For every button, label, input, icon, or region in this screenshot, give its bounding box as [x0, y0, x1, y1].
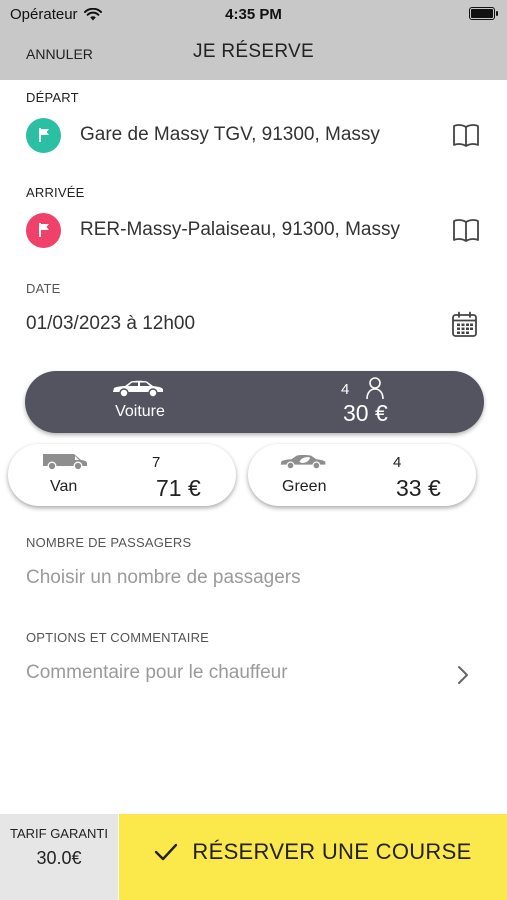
vehicle-name: Van — [50, 478, 78, 495]
tarif-label: TARIF GARANTI — [10, 826, 108, 841]
address-book-icon[interactable] — [452, 217, 480, 243]
passengers-label: NOMBRE DE PASSAGERS — [26, 535, 192, 550]
car-icon — [113, 380, 163, 398]
vehicle-price: 71 € — [156, 475, 201, 501]
vehicle-option-green[interactable]: Green 4 33 € — [248, 444, 476, 506]
van-icon — [43, 454, 87, 471]
tarif-value: 30.0€ — [36, 848, 82, 868]
battery-icon — [469, 7, 498, 20]
options-label: OPTIONS ET COMMENTAIRE — [26, 630, 210, 645]
calendar-icon[interactable] — [451, 311, 478, 338]
departure-label: DÉPART — [26, 90, 79, 105]
comment-field[interactable]: Commentaire pour le chauffeur — [26, 662, 288, 684]
departure-address: Gare de Massy TGV, 91300, Massy — [80, 124, 380, 145]
guaranteed-price-box: TARIF GARANTI 30.0€ — [0, 814, 118, 900]
departure-flag-icon — [26, 117, 61, 153]
person-icon — [366, 377, 384, 400]
departure-field[interactable]: Gare de Massy TGV, 91300, Massy — [26, 115, 486, 155]
chevron-right-icon[interactable] — [456, 664, 470, 686]
seat-count: 7 — [152, 454, 161, 471]
arrival-flag-icon — [26, 212, 61, 248]
arrival-address: RER-Massy-Palaiseau, 91300, Massy — [80, 219, 400, 240]
vehicle-option-car-selected[interactable]: Voiture 4 30 € — [25, 371, 484, 433]
passengers-field[interactable]: Choisir un nombre de passagers — [26, 567, 301, 589]
seat-count: 4 — [393, 454, 402, 471]
reserve-label: RÉSERVER UNE COURSE — [192, 839, 472, 864]
date-label: DATE — [26, 281, 61, 296]
vehicle-price: 30 € — [343, 400, 388, 426]
eco-car-icon — [280, 454, 326, 470]
date-field[interactable]: 01/03/2023 à 12h00 — [26, 313, 195, 335]
arrival-field[interactable]: RER-Massy-Palaiseau, 91300, Massy — [26, 210, 486, 250]
vehicle-price: 33 € — [396, 475, 441, 501]
vehicle-option-van[interactable]: Van 7 71 € — [8, 444, 236, 506]
nav-bar: ANNULER JE RÉSERVE — [0, 28, 507, 80]
vehicle-name: Voiture — [115, 403, 165, 420]
status-time: 4:35 PM — [225, 6, 282, 23]
vehicle-name: Green — [282, 478, 327, 495]
seat-count: 4 — [341, 381, 350, 398]
arrival-label: ARRIVÉE — [26, 185, 85, 200]
checkmark-icon — [155, 843, 178, 861]
status-bar: Opérateur 4:35 PM — [0, 0, 507, 28]
address-book-icon[interactable] — [452, 122, 480, 148]
page-title: JE RÉSERVE — [193, 41, 314, 62]
reserve-button[interactable]: RÉSERVER UNE COURSE — [119, 814, 507, 900]
